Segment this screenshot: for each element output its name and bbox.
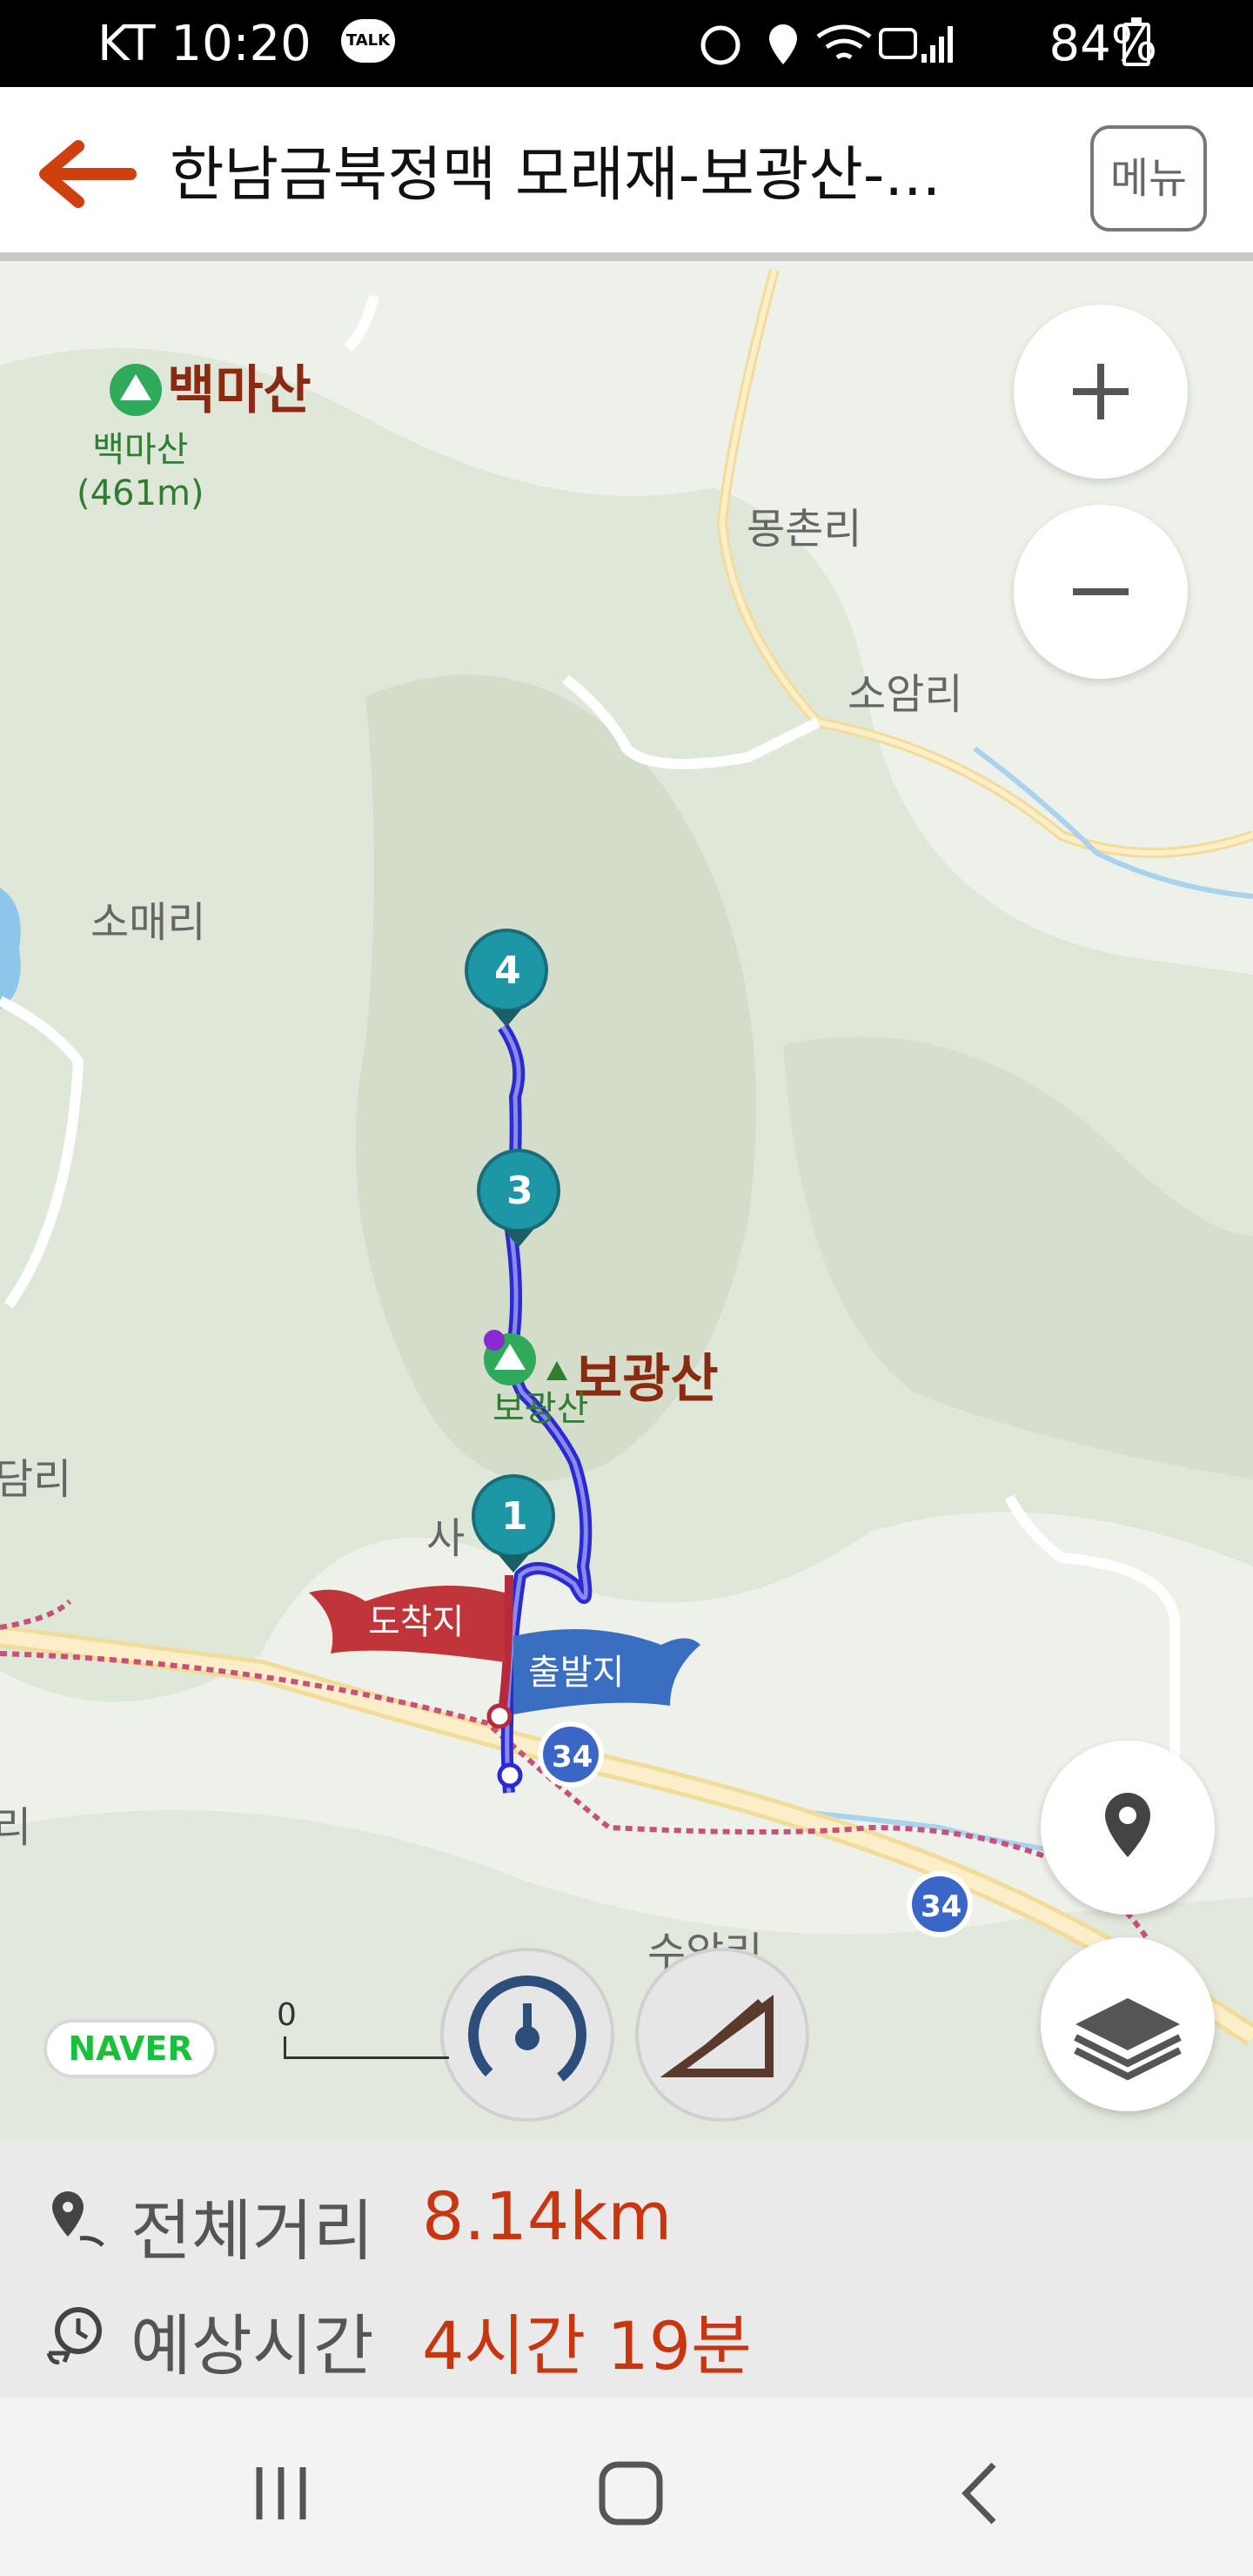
departure-flag-label: 출발지 [528, 1653, 624, 1693]
location-pin-icon [1105, 1793, 1150, 1857]
status-bar: KT 10:20 TALK 84% [0, 0, 1253, 87]
layers-icon [1074, 1998, 1182, 2081]
route-summary: 전체거리 8.14km 예상시간 4시간 19분 [0, 2141, 1253, 2398]
zoom-out-icon [1073, 588, 1129, 595]
page-title: 한남금북정맥 모래재-보광산-... [170, 141, 941, 210]
distance-pin-icon [52, 2191, 104, 2247]
route-shield-34: 34 [907, 1871, 973, 1937]
zoom-in-icon [1073, 364, 1129, 419]
wifi-icon [816, 24, 872, 60]
hd-icon [879, 28, 917, 59]
village-label: 몽촌리 [747, 505, 862, 553]
map-layers-button[interactable] [1041, 1937, 1215, 2111]
back-icon[interactable] [933, 2445, 1029, 2541]
route-shield-34: 34 [538, 1721, 604, 1788]
village-label: 리 [0, 1803, 32, 1852]
svg-text:34: 34 [552, 1740, 593, 1774]
menu-button[interactable]: 메뉴 [1090, 125, 1207, 231]
map-view[interactable]: 도착지 출발지 4 3 1 34 34 백마산 백마산 (461m) 몽촌리 소… [0, 261, 1253, 2141]
baekmasan-peak-icon [110, 364, 162, 416]
distance-value: 8.14km [422, 2177, 673, 2255]
village-label: 담리 [0, 1455, 72, 1504]
home-icon[interactable] [583, 2445, 679, 2541]
village-label: 소매리 [90, 898, 206, 947]
end-marker [486, 1703, 513, 1729]
speed-setting-button[interactable] [440, 1948, 614, 2122]
signal-icon [921, 26, 953, 63]
distance-label: 전체거리 [131, 2192, 374, 2270]
start-marker [497, 1762, 523, 1788]
mountain-label-baekmasan: 백마산 [167, 360, 312, 421]
road [344, 294, 379, 352]
alarm-icon [700, 25, 740, 65]
scale-bar [284, 2036, 449, 2059]
carrier-time: KT 10:20 [97, 16, 312, 72]
time-value: 4시간 19분 [422, 2307, 752, 2385]
svg-text:3: 3 [506, 1169, 533, 1213]
arrival-flag-label: 도착지 [368, 1602, 464, 1642]
back-arrow-icon[interactable] [26, 131, 139, 218]
battery-icon [1122, 17, 1150, 66]
river [973, 746, 1253, 899]
my-location-button[interactable] [1041, 1741, 1215, 1915]
zoom-in-button[interactable] [1014, 305, 1188, 479]
scale-zero-label: 0 [277, 1997, 297, 2033]
naver-logo: NAVER [44, 2019, 218, 2078]
status-icons [700, 24, 953, 65]
svg-text:4: 4 [494, 949, 521, 993]
village-label: 소암리 [848, 670, 963, 719]
elevation-profile-button[interactable] [635, 1948, 809, 2122]
zoom-out-button[interactable] [1014, 505, 1188, 679]
location-status-icon [769, 24, 797, 64]
svg-text:1: 1 [501, 1494, 528, 1539]
talk-notification-icon: TALK [341, 19, 395, 63]
mountain-sublabel-bogwangsan: 보광산 [492, 1389, 589, 1429]
mountain-label-bogwangsan: 보광산 [574, 1349, 719, 1410]
app-header: 한남금북정맥 모래재-보광산-... 메뉴 [0, 87, 1253, 261]
recent-apps-icon[interactable] [233, 2445, 329, 2541]
speedometer-icon [468, 1976, 586, 2094]
svg-text:34: 34 [921, 1889, 962, 1924]
time-label: 예상시간 [131, 2307, 374, 2385]
village-label: 사 [426, 1514, 466, 1563]
clock-icon [46, 2307, 102, 2365]
mountain-sublabel-baekmasan: 백마산 (461m) [77, 430, 204, 513]
system-nav-bar [0, 2398, 1253, 2576]
elevation-icon [660, 1995, 774, 2077]
